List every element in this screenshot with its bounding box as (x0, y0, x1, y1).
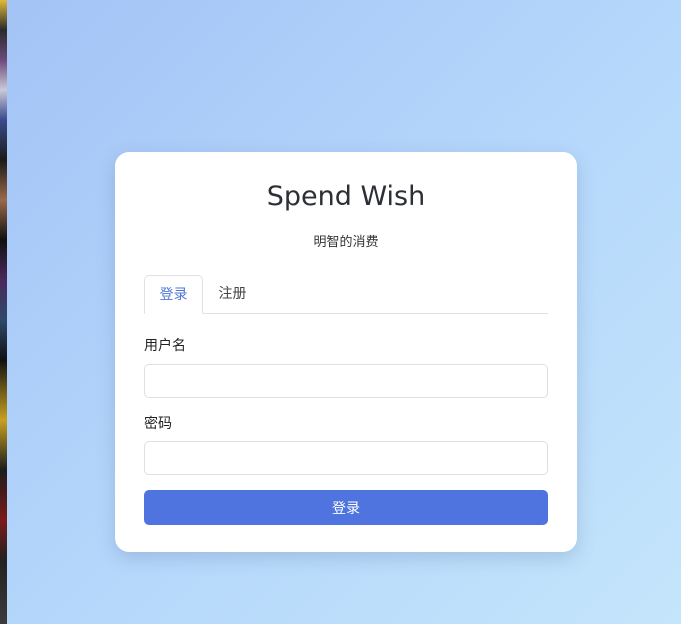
password-label: 密码 (144, 416, 172, 432)
app-subtitle: 明智的消费 (313, 235, 379, 250)
login-card: Spend Wish 明智的消费 登录 注册 用户名 密码 登录 (115, 152, 577, 552)
app-title: Spend Wish (266, 181, 426, 212)
username-label: 用户名 (144, 338, 186, 354)
login-button[interactable]: 登录 (144, 490, 548, 525)
tab-login[interactable]: 登录 (144, 275, 203, 314)
background-window-strip (0, 0, 7, 624)
password-input[interactable] (144, 441, 548, 475)
username-input[interactable] (144, 364, 548, 398)
tab-register[interactable]: 注册 (203, 275, 262, 313)
auth-tabs: 登录 注册 (144, 275, 548, 314)
